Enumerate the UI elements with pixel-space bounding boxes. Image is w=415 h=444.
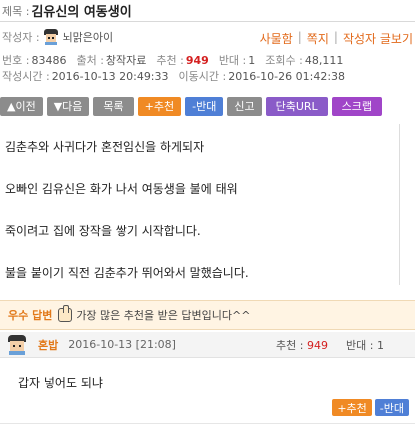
author-actions: 사물함 | 쪽지 | 작성자 글보기 bbox=[260, 30, 413, 47]
reply-rec-label: 추천 : bbox=[276, 338, 304, 352]
title-row: 제목 : 김유신의 여동생이 bbox=[0, 0, 415, 22]
prev-button[interactable]: ▲이전 bbox=[0, 96, 43, 116]
report-button[interactable]: 신고 bbox=[227, 96, 262, 116]
rec-count: 949 bbox=[185, 53, 209, 67]
locker-link[interactable]: 사물함 bbox=[260, 30, 293, 47]
divider: | bbox=[333, 30, 338, 44]
action-button-bar: ▲이전 ▼다음 목록 +추천 -반대 신고 단축URL 스크랩 bbox=[0, 95, 415, 117]
no-label: 번호 : bbox=[2, 54, 30, 67]
thumbs-up-icon bbox=[58, 305, 73, 322]
oppose-button[interactable]: -반대 bbox=[185, 96, 224, 116]
reply-opp-label: 반대 : bbox=[346, 338, 374, 352]
created-time: 2016-10-13 20:49:33 bbox=[51, 69, 169, 83]
opp-count: 1 bbox=[248, 53, 256, 67]
paragraph: 오빠인 김유신은 화가 나서 여동생을 불에 태워 bbox=[5, 182, 238, 196]
recommend-button[interactable]: +추천 bbox=[137, 96, 182, 116]
author-label: 작성자 : bbox=[2, 31, 40, 44]
avatar bbox=[42, 29, 59, 45]
best-reply-banner: 우수 답변 가장 많은 추천을 받은 답변입니다^^ bbox=[0, 300, 415, 330]
post-number: 83486 bbox=[31, 53, 67, 67]
author-name[interactable]: 뇌맑은아이 bbox=[63, 29, 114, 45]
reply-header: 혼밥 2016-10-13 [21:08] 추천 : 949 반대 : 1 bbox=[0, 332, 415, 358]
divider bbox=[0, 423, 415, 424]
views-count: 48,111 bbox=[304, 53, 344, 67]
author-posts-link[interactable]: 작성자 글보기 bbox=[343, 30, 413, 47]
reply-date: 2016-10-13 [21:08] bbox=[68, 338, 176, 351]
reply-rec-count: 949 bbox=[306, 338, 328, 352]
reply-opp: 반대 : 1 bbox=[346, 337, 384, 353]
meta-row-2: 작성시간 : 2016-10-13 20:49:33 이동시간 : 2016-1… bbox=[0, 68, 415, 84]
best-reply-label: 우수 답변 bbox=[8, 309, 53, 322]
paragraph: 죽이려고 집에 장작을 쌓기 시작합니다. bbox=[5, 224, 201, 238]
author-row: 작성자 : 뇌맑은아이 사물함 | 쪽지 | 작성자 글보기 bbox=[0, 26, 415, 48]
moved-time: 2016-10-26 01:42:38 bbox=[228, 69, 346, 83]
meta-row-1: 번호 : 83486 출처 : 창작자료 추천 : 949 반대 : 1 조회수… bbox=[0, 52, 415, 68]
reply-rec: 추천 : 949 bbox=[276, 337, 328, 353]
opp-label: 반대 : bbox=[218, 54, 247, 67]
title-prefix: 제목 : bbox=[2, 4, 30, 18]
best-reply-text: 가장 많은 추천을 받은 답변입니다^^ bbox=[76, 309, 251, 322]
reply-buttons: +추천 -반대 bbox=[332, 399, 409, 416]
rec-label: 추천 : bbox=[156, 54, 184, 67]
avatar bbox=[6, 334, 28, 355]
paragraph: 김춘추와 사귀다가 혼전임신을 하게되자 bbox=[5, 140, 205, 154]
next-button[interactable]: ▼다음 bbox=[46, 96, 90, 116]
reply-oppose-button[interactable]: -반대 bbox=[374, 399, 409, 416]
divider: | bbox=[297, 30, 302, 44]
post-body: 김춘추와 사귀다가 혼전임신을 하게되자 오빠인 김유신은 화가 나서 여동생을… bbox=[0, 124, 400, 285]
reply-content: 갑자 넣어도 되냐 bbox=[18, 376, 103, 390]
message-link[interactable]: 쪽지 bbox=[307, 30, 329, 47]
source-label: 출처 : bbox=[76, 54, 104, 67]
reply-author[interactable]: 혼밥 bbox=[38, 337, 58, 353]
short-url-button[interactable]: 단축URL bbox=[265, 96, 328, 116]
reply-opp-count: 1 bbox=[376, 338, 384, 352]
moved-label: 이동시간 : bbox=[178, 70, 227, 83]
created-label: 작성시간 : bbox=[2, 70, 50, 83]
page-title: 김유신의 여동생이 bbox=[31, 5, 132, 20]
scrap-button[interactable]: 스크랩 bbox=[331, 96, 383, 116]
views-label: 조회수 : bbox=[265, 54, 303, 67]
source-value: 창작자료 bbox=[105, 54, 147, 67]
list-button[interactable]: 목록 bbox=[93, 96, 134, 116]
reply-recommend-button[interactable]: +추천 bbox=[332, 399, 372, 416]
paragraph: 불을 붙이기 직전 김춘추가 뛰어와서 말했습니다. bbox=[5, 266, 249, 280]
